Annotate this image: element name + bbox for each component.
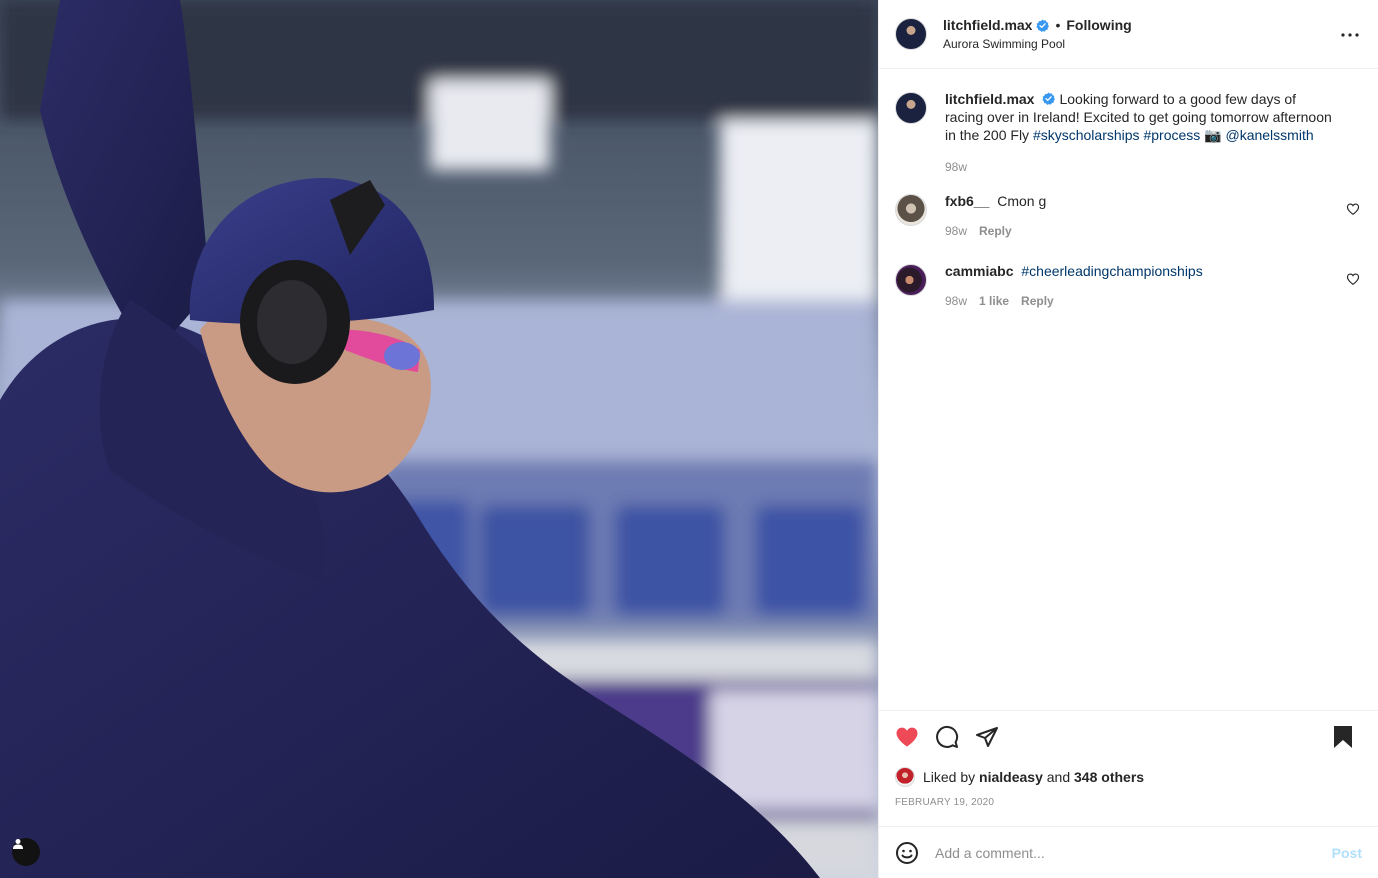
liked-by-and: and	[1046, 769, 1071, 785]
comment-age[interactable]: 98w	[945, 294, 967, 308]
likes-count-link[interactable]: 348 others	[1074, 769, 1144, 785]
add-comment-bar: Post	[879, 826, 1378, 878]
post-image[interactable]	[0, 0, 878, 878]
reply-button[interactable]: Reply	[979, 224, 1012, 238]
commenter-username[interactable]: cammiabc	[945, 263, 1013, 279]
post-details-panel: litchfield.max • Following Aurora Swimmi…	[878, 0, 1378, 878]
more-options-button[interactable]	[1340, 25, 1360, 45]
separator-dot: •	[1055, 17, 1061, 33]
hashtag-link[interactable]: #skyscholarships	[1033, 127, 1140, 143]
hashtag-link[interactable]: #process	[1143, 127, 1200, 143]
bookmark-filled-icon[interactable]	[1332, 725, 1354, 749]
caption-text: litchfield.max Looking forward to a good…	[945, 90, 1338, 144]
post-location[interactable]: Aurora Swimming Pool	[943, 37, 1132, 51]
camera-emoji: 📷	[1204, 127, 1222, 143]
verified-badge-icon	[1042, 92, 1056, 105]
like-comment-heart-icon[interactable]	[1346, 202, 1360, 216]
comment-body: fxb6__ Cmon g 98w Reply	[945, 192, 1362, 238]
commenter-avatar[interactable]	[895, 264, 927, 296]
caption-avatar[interactable]	[895, 92, 927, 124]
commenter-username[interactable]: fxb6__	[945, 193, 989, 209]
commenter-avatar[interactable]	[895, 194, 927, 226]
caption-meta: 98w	[945, 160, 1338, 174]
comment-input[interactable]	[935, 844, 1324, 861]
comment-bubble-icon	[936, 725, 959, 748]
verified-badge-icon	[1036, 18, 1050, 32]
comment-text: cammiabc #cheerleadingchampionships	[945, 262, 1338, 280]
liked-by-row: Liked by nialdeasy and 348 others	[879, 763, 1378, 791]
comment-item: fxb6__ Cmon g 98w Reply	[895, 192, 1362, 238]
caption-username[interactable]: litchfield.max	[945, 91, 1034, 107]
comment-message: Cmon g	[997, 193, 1047, 209]
tagged-users-button[interactable]	[12, 838, 40, 866]
comment-meta: 98w Reply	[945, 224, 1338, 238]
post-date[interactable]: FEBRUARY 19, 2020	[879, 791, 1378, 821]
share-button[interactable]	[975, 725, 999, 749]
like-button[interactable]	[895, 725, 919, 749]
emoji-smiley-icon[interactable]	[895, 841, 919, 865]
author-meta: litchfield.max • Following Aurora Swimmi…	[943, 17, 1132, 51]
liker-avatar[interactable]	[895, 767, 915, 787]
post-header: litchfield.max • Following Aurora Swimmi…	[879, 0, 1378, 69]
author-row: litchfield.max • Following	[943, 17, 1132, 33]
send-paper-plane-icon	[976, 727, 998, 747]
post-actions-area: Liked by nialdeasy and 348 others FEBRUA…	[879, 710, 1378, 821]
caption-age[interactable]: 98w	[945, 160, 967, 174]
author-avatar[interactable]	[895, 18, 927, 50]
like-comment-heart-icon[interactable]	[1346, 272, 1360, 286]
action-bar	[879, 711, 1378, 763]
user-tag-icon	[13, 839, 23, 849]
following-button[interactable]: Following	[1066, 17, 1131, 33]
caption-body: litchfield.max Looking forward to a good…	[945, 90, 1362, 174]
reply-button[interactable]: Reply	[1021, 294, 1054, 308]
more-horizontal-icon	[1341, 33, 1359, 37]
comments-list[interactable]: litchfield.max Looking forward to a good…	[879, 70, 1378, 710]
author-username[interactable]: litchfield.max	[943, 17, 1032, 33]
comment-meta: 98w 1 like Reply	[945, 294, 1338, 308]
comment-button[interactable]	[935, 725, 959, 749]
comment-text: fxb6__ Cmon g	[945, 192, 1338, 210]
post-caption: litchfield.max Looking forward to a good…	[895, 90, 1362, 174]
comment-body: cammiabc #cheerleadingchampionships 98w …	[945, 262, 1362, 308]
post-comment-button[interactable]: Post	[1332, 845, 1362, 861]
liker-username[interactable]: nialdeasy	[979, 769, 1043, 785]
hashtag-link[interactable]: #cheerleadingchampionships	[1021, 263, 1202, 279]
comment-age[interactable]: 98w	[945, 224, 967, 238]
liked-by-prefix: Liked by	[923, 769, 976, 785]
swimmer-photo	[0, 0, 878, 878]
mention-link[interactable]: @kanelssmith	[1225, 127, 1313, 143]
comment-like-count[interactable]: 1 like	[979, 294, 1009, 308]
heart-filled-icon	[896, 727, 918, 747]
comment-item: cammiabc #cheerleadingchampionships 98w …	[895, 262, 1362, 308]
